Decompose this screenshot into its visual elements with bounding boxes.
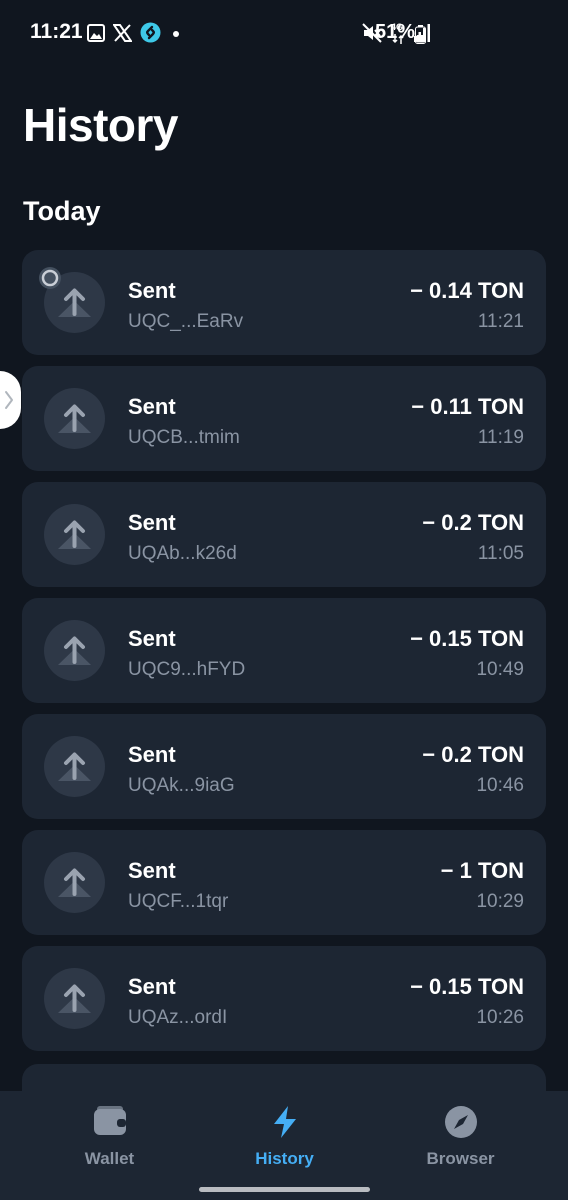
transaction-type: Sent (128, 742, 176, 767)
sent-arrow-icon (44, 504, 105, 565)
shazam-icon (140, 22, 161, 43)
page-title: History (23, 99, 178, 151)
transaction-amount: − 0.2 TON (422, 510, 524, 535)
bottom-tab-bar: Wallet History Browser (0, 1091, 568, 1200)
transaction-type: Sent (128, 974, 176, 999)
transaction-row[interactable]: Sent UQAz...ordI − 0.15 TON 10:26 (22, 946, 546, 1051)
transaction-type: Sent (128, 394, 176, 419)
transaction-row[interactable]: Sent UQCB...tmim − 0.11 TON 11:19 (22, 366, 546, 471)
battery-percent: 51% (375, 21, 416, 43)
tab-history-label: History (255, 1149, 314, 1168)
transaction-address: UQAz...ordI (128, 1007, 228, 1028)
chevron-right-icon (5, 391, 13, 409)
home-indicator[interactable] (199, 1187, 370, 1192)
x-icon (113, 23, 132, 42)
sent-arrow-icon (44, 388, 105, 449)
transaction-address: UQCF...1tqr (128, 891, 229, 912)
wallet-icon (93, 1106, 126, 1135)
tab-browser-label: Browser (426, 1149, 495, 1168)
lightning-icon (273, 1106, 296, 1138)
transaction-amount: − 0.11 TON (411, 394, 524, 419)
transaction-type: Sent (128, 858, 176, 883)
transaction-list[interactable]: Sent UQC_...EaRv − 0.14 TON 11:21 Sent UQCB..… (22, 250, 546, 1090)
transaction-address: UQAb...k26d (128, 543, 237, 564)
transaction-row[interactable]: Sent UQAb...k26d − 0.2 TON 11:05 (22, 482, 546, 587)
transaction-amount: − 0.2 TON (422, 742, 524, 767)
transaction-time: 10:49 (476, 659, 524, 680)
transaction-amount: − 1 TON (440, 858, 524, 883)
transaction-amount: − 0.15 TON (410, 974, 524, 999)
transaction-address: UQCB...tmim (128, 427, 240, 448)
tab-wallet-label: Wallet (84, 1149, 135, 1168)
transaction-time: 10:29 (476, 891, 524, 912)
transaction-time: 11:05 (477, 543, 524, 564)
transaction-type: Sent (128, 510, 176, 535)
edge-panel-handle[interactable] (0, 371, 21, 429)
tab-wallet[interactable]: Wallet (15, 1091, 204, 1191)
transaction-type: Sent (128, 278, 176, 303)
transaction-time: 11:21 (477, 311, 524, 332)
transaction-amount: − 0.14 TON (410, 278, 524, 303)
sent-arrow-icon (44, 852, 105, 913)
image-icon (87, 23, 105, 42)
transaction-address: UQC_...EaRv (128, 311, 244, 332)
transaction-row[interactable]: Sent UQAk...9iaG − 0.2 TON 10:46 (22, 714, 546, 819)
transaction-row[interactable]: Sent UQC9...hFYD − 0.15 TON 10:49 (22, 598, 546, 703)
sent-arrow-icon (44, 736, 105, 797)
sent-arrow-icon (44, 968, 105, 1029)
tab-history[interactable]: History (190, 1091, 379, 1191)
tab-browser[interactable]: Browser (366, 1091, 555, 1191)
pending-spinner-icon (39, 267, 61, 289)
transaction-time: 11:19 (477, 427, 524, 448)
dot-icon (173, 30, 179, 37)
transaction-row[interactable]: Sent UQC_...EaRv − 0.14 TON 11:21 (22, 250, 546, 355)
sent-arrow-icon (44, 620, 105, 681)
transaction-type: Sent (128, 626, 176, 651)
section-today: Today (23, 196, 101, 226)
transaction-time: 10:26 (476, 1007, 524, 1028)
transaction-amount: − 0.15 TON (410, 626, 524, 651)
transaction-address: UQAk...9iaG (128, 775, 235, 796)
compass-icon (444, 1106, 477, 1138)
transaction-row[interactable]: Sent UQCF...1tqr − 1 TON 10:29 (22, 830, 546, 935)
battery-icon (415, 25, 426, 44)
status-bar: 11:21 4G 51% (0, 0, 568, 66)
transaction-time: 10:46 (476, 775, 524, 796)
partial-transaction-row (22, 1064, 546, 1091)
status-time: 11:21 (30, 20, 83, 43)
transaction-address: UQC9...hFYD (128, 659, 246, 680)
